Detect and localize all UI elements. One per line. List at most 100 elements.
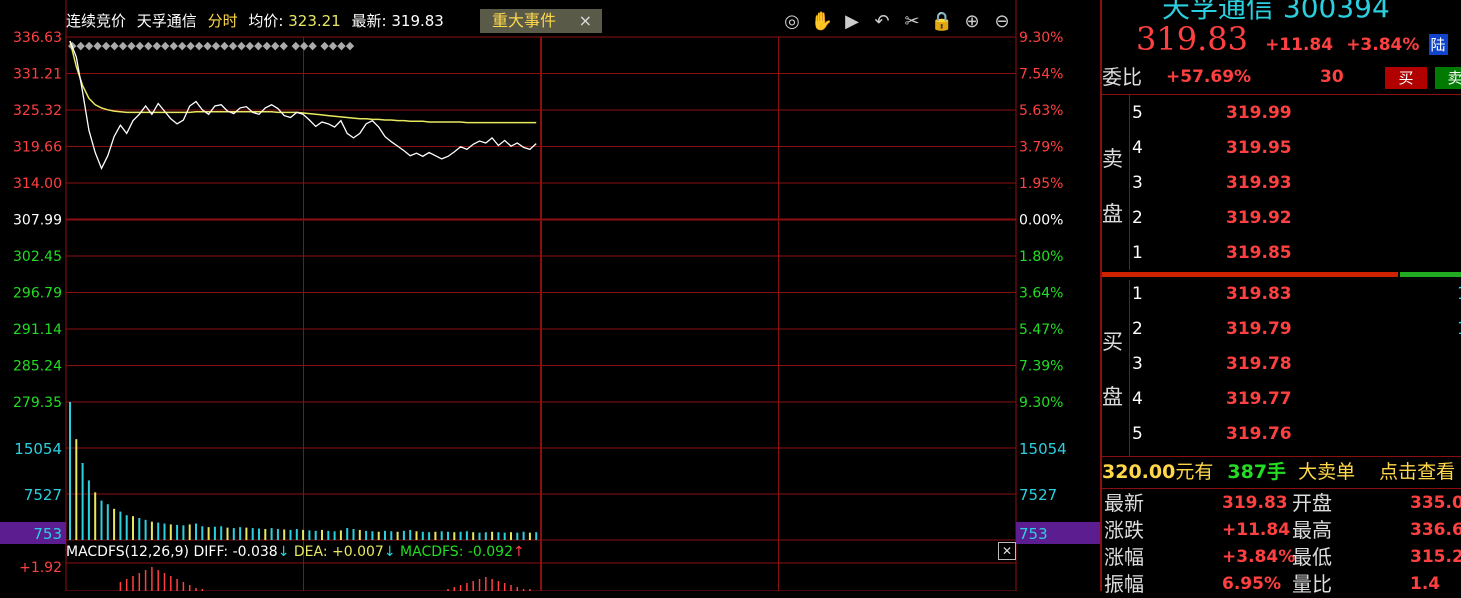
volume-tick-label: 7527 xyxy=(1019,486,1057,504)
volume-bar xyxy=(176,524,179,540)
volume-bar xyxy=(132,516,134,540)
pct-tick-label: 9.30% xyxy=(1019,30,1063,46)
volume-bar xyxy=(484,532,487,540)
volume-bar xyxy=(106,504,109,540)
volume-bar xyxy=(472,532,475,540)
stats-row: 振幅 6.95% 量比 1.4 xyxy=(1102,571,1461,598)
volume-bar xyxy=(289,529,292,540)
bid-strength-bar xyxy=(1102,272,1398,277)
price-row: 319.83 +11.84 +3.84% 陆 xyxy=(1136,20,1448,58)
down-arrow-icon: ↓ xyxy=(383,544,396,560)
bid-volume: 1 xyxy=(1457,319,1461,339)
order-diff-count: 30 xyxy=(1320,67,1344,87)
macd-tick-label: +1.92 xyxy=(19,560,62,576)
ask-level: 4 xyxy=(1132,138,1143,158)
price-tick-label: 291.14 xyxy=(13,322,62,338)
volume-bar xyxy=(308,530,311,540)
volume-bar xyxy=(157,522,160,540)
volume-bar xyxy=(428,532,431,540)
pct-tick-label: 7.54% xyxy=(1019,67,1063,83)
sell-button[interactable]: 卖 xyxy=(1435,67,1461,89)
last-price-value: 319.83 xyxy=(391,12,444,30)
stat-value: 336.6 xyxy=(1410,520,1461,540)
pct-tick-label: 0.00% xyxy=(1019,213,1063,229)
eye-icon[interactable]: ◎ xyxy=(780,10,804,34)
stat-value: 335.0 xyxy=(1410,493,1461,513)
volume-bar xyxy=(270,528,273,540)
major-events-button[interactable]: 重大事件 × xyxy=(480,9,602,33)
volume-bar xyxy=(365,530,368,540)
current-price: 319.83 xyxy=(1136,20,1248,58)
up-arrow-icon: ↑ xyxy=(513,544,525,560)
stat-label: 最高 xyxy=(1292,518,1332,542)
zoom-in-icon[interactable]: ⊕ xyxy=(960,10,984,34)
close-events-icon[interactable]: × xyxy=(579,9,592,33)
stats-row: 最新 319.83 开盘 335.0 xyxy=(1102,490,1461,517)
price-tick-label: 314.00 xyxy=(13,176,62,192)
divider xyxy=(1102,94,1461,95)
undo-icon[interactable]: ↶ xyxy=(870,10,894,34)
price-tick-label: 307.99 xyxy=(13,213,62,229)
price-tick-label: 336.63 xyxy=(13,30,62,46)
ask-price: 319.85 xyxy=(1226,243,1292,263)
volume-bar xyxy=(434,531,437,540)
volume-bar xyxy=(169,524,172,540)
price-tick-label: 296.79 xyxy=(13,286,62,302)
divider xyxy=(1129,94,1130,270)
scissors-icon[interactable]: ✂ xyxy=(900,10,924,34)
volume-bar xyxy=(339,530,342,540)
sell-side-label-1: 卖 xyxy=(1102,147,1123,171)
volume-bar xyxy=(522,531,525,540)
zoom-out-icon[interactable]: ⊖ xyxy=(990,10,1014,34)
intraday-chart-svg[interactable]: 336.63 9.30% 331.21 7.54% 325.32 5.63% 319.66 3… xyxy=(0,0,1100,592)
volume-bar xyxy=(201,526,204,540)
price-tick-label: 331.21 xyxy=(13,67,62,83)
macd-indicator-bar: MACDFS(12,26,9) DIFF: -0.038↓ DEA: +0.00… xyxy=(66,541,525,563)
stat-value: 315.2 xyxy=(1410,547,1461,567)
volume-bar xyxy=(535,532,538,540)
play-icon[interactable]: ▶ xyxy=(840,10,864,34)
close-indicator-icon[interactable]: ✕ xyxy=(998,542,1016,560)
macd-dea: DEA: +0.007 xyxy=(293,544,384,560)
volume-bar xyxy=(232,528,235,540)
volume-bar xyxy=(453,532,456,540)
volume-bar xyxy=(264,528,267,540)
volume-bar xyxy=(421,531,424,540)
lock-icon[interactable]: 🔒 xyxy=(930,10,954,34)
chart-info-bar: 连续竞价 天孚通信 分时 均价: 323.21 最新: 319.83 xyxy=(66,8,450,34)
divider xyxy=(1102,488,1461,489)
volume-bar xyxy=(396,531,399,540)
stat-label: 开盘 xyxy=(1292,491,1332,515)
volume-tick-label: 15054 xyxy=(14,440,62,458)
macd-diff: DIFF: -0.038 xyxy=(193,544,278,560)
volume-bar xyxy=(87,480,90,540)
volume-bar xyxy=(321,529,323,540)
price-tick-label: 325.32 xyxy=(13,103,62,119)
volume-tick-label: 15054 xyxy=(1019,440,1067,458)
volume-bar xyxy=(528,532,531,540)
ask-price: 319.95 xyxy=(1226,138,1292,158)
volume-bar xyxy=(333,531,336,540)
volume-bar xyxy=(81,462,84,540)
pct-tick-label: 1.80% xyxy=(1019,249,1063,265)
volume-bar xyxy=(465,531,468,540)
buy-button[interactable]: 买 xyxy=(1385,67,1427,89)
pct-tick-label: 1.95% xyxy=(1019,176,1063,192)
bid-level: 2 xyxy=(1132,319,1143,339)
volume-bar xyxy=(239,527,242,540)
volume-bar xyxy=(69,402,71,540)
volume-bar xyxy=(402,530,405,540)
order-ratio-value: +57.69% xyxy=(1166,67,1252,87)
stat-label: 涨跌 xyxy=(1104,518,1144,542)
volume-bar xyxy=(213,526,216,540)
volume-bar xyxy=(415,531,418,540)
hand-pan-icon[interactable]: ✋ xyxy=(810,10,834,34)
volume-bar xyxy=(346,528,349,540)
view-detail-link[interactable]: 点击查看 xyxy=(1379,461,1455,483)
volume-bar xyxy=(516,532,519,540)
volume-bar xyxy=(220,526,223,540)
big-order-alert[interactable]: 320.00元有 387手 大卖单 点击查看 xyxy=(1102,458,1455,486)
event-markers: ◆◆◆◆◆◆◆◆◆◆◆◆◆◆◆◆◆◆◆◆◆◆◆◆◆◆ ◆◆◆ ◆◆◆◆ xyxy=(68,39,355,52)
intraday-chart-area[interactable]: 336.63 9.30% 331.21 7.54% 325.32 5.63% 319.66 3… xyxy=(0,0,1100,592)
major-events-label: 重大事件 xyxy=(492,11,557,30)
